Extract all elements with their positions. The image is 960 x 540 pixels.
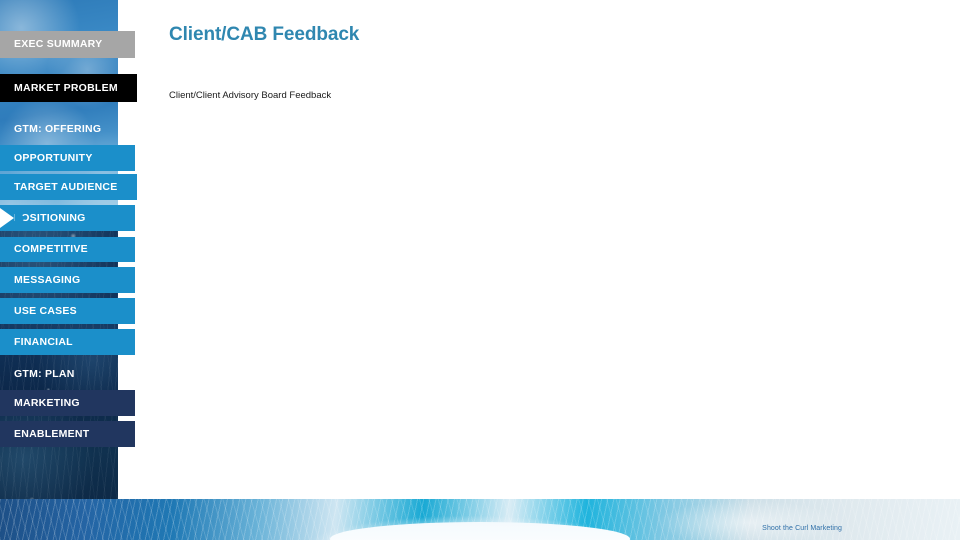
wave-crest-shape — [330, 522, 630, 540]
sidebar-item-marketing[interactable]: MARKETING — [0, 390, 135, 416]
sidebar-item-label: GTM: OFFERING — [14, 122, 102, 135]
sidebar-item-label: FINANCIAL — [14, 335, 73, 348]
sidebar-item-label: TARGET AUDIENCE — [14, 180, 118, 193]
sidebar-item-label: MARKET PROBLEM — [14, 81, 118, 94]
sidebar-item-competitive[interactable]: COMPETITIVE — [0, 237, 135, 262]
sidebar-item-gtm-plan[interactable]: GTM: PLAN — [0, 363, 118, 385]
sidebar-item-market-problem[interactable]: MARKET PROBLEM — [0, 74, 137, 102]
sidebar-item-label: MESSAGING — [14, 273, 81, 286]
sidebar-item-label: COMPETITIVE — [14, 243, 88, 256]
chevron-right-icon-inner — [15, 210, 26, 226]
sidebar-item-financial[interactable]: FINANCIAL — [0, 329, 135, 355]
sidebar-item-label: EXEC SUMMARY — [14, 38, 103, 51]
sidebar-item-label: GTM: PLAN — [14, 367, 75, 380]
main-content: Client/CAB Feedback Client/Client Adviso… — [140, 0, 960, 540]
sidebar-nav: EXEC SUMMARY MARKET PROBLEM GTM: OFFERING O… — [0, 0, 140, 540]
wave-footer-image — [0, 499, 960, 540]
sidebar-item-label: ENABLEMENT — [14, 427, 90, 440]
slide-subtitle: Client/Client Advisory Board Feedback — [169, 90, 332, 101]
sidebar-item-label: OPPORTUNITY — [14, 151, 93, 164]
sidebar-item-use-cases[interactable]: USE CASES — [0, 298, 135, 324]
sidebar-item-gtm-offering[interactable]: GTM: OFFERING — [0, 118, 118, 140]
sidebar-item-label: USE CASES — [14, 304, 77, 317]
page-title: Client/CAB Feedback — [169, 24, 360, 45]
sidebar-item-target-audience[interactable]: TARGET AUDIENCE — [0, 174, 137, 200]
presentation-slide: EXEC SUMMARY MARKET PROBLEM GTM: OFFERING O… — [0, 0, 960, 540]
footer-credit: Shoot the Curl Marketing — [762, 525, 842, 532]
sidebar-item-exec-summary[interactable]: EXEC SUMMARY — [0, 31, 135, 58]
sidebar-item-messaging[interactable]: MESSAGING — [0, 267, 135, 293]
chevron-right-icon — [0, 208, 26, 228]
sidebar-item-label: MARKETING — [14, 396, 80, 409]
sidebar-item-opportunity[interactable]: OPPORTUNITY — [0, 145, 135, 171]
sidebar-item-enablement[interactable]: ENABLEMENT — [0, 421, 135, 447]
